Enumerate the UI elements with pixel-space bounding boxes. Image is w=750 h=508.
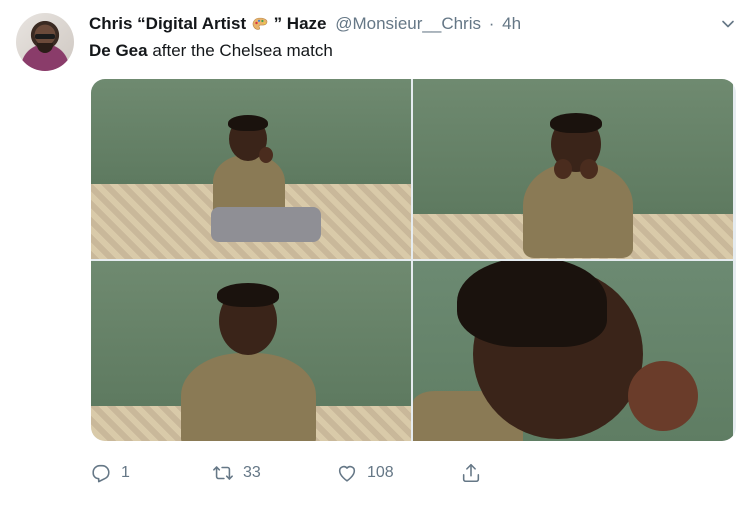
avatar-glasses <box>35 34 55 39</box>
photo-2-boy <box>518 111 648 259</box>
retweet-button[interactable]: 33 <box>212 458 261 488</box>
heart-icon <box>338 465 356 482</box>
reply-count: 1 <box>121 464 130 481</box>
retweet-count: 33 <box>243 464 261 481</box>
palette-icon <box>252 17 268 30</box>
tweet-text-bold: De Gea <box>89 41 148 60</box>
reply-button[interactable]: 1 <box>90 458 130 488</box>
avatar-beard <box>37 43 53 53</box>
photo-2[interactable] <box>413 79 733 259</box>
chevron-down-icon[interactable] <box>721 17 735 31</box>
author-avatar[interactable] <box>16 13 74 71</box>
media-grid <box>91 79 736 441</box>
author-handle[interactable]: @Monsieur__Chris <box>335 14 481 33</box>
tweet-text-rest: after the Chelsea match <box>147 41 333 60</box>
author-name[interactable]: Chris “Digital Artist ” Haze <box>89 14 331 33</box>
tweet-actions: 1 33 108 <box>90 458 510 488</box>
photo-3-boy <box>181 283 321 441</box>
tweet-text: De Gea after the Chelsea match <box>89 41 333 61</box>
photo-3[interactable] <box>91 261 411 441</box>
photo-4-boy <box>413 261 733 441</box>
retweet-icon <box>213 466 233 480</box>
reply-icon <box>92 464 110 483</box>
like-count: 108 <box>367 464 394 481</box>
tweet-header: Chris “Digital Artist ” Haze @Monsieur__… <box>89 14 710 36</box>
photo-1-boy <box>201 115 341 259</box>
like-button[interactable]: 108 <box>336 458 394 488</box>
share-button[interactable] <box>460 458 482 488</box>
author-name-prefix: Chris “Digital Artist <box>89 14 247 33</box>
photo-4[interactable] <box>413 261 733 441</box>
tweet-timestamp[interactable]: 4h <box>502 14 521 33</box>
separator-dot: · <box>488 14 495 33</box>
photo-1[interactable] <box>91 79 411 259</box>
share-icon <box>462 463 480 483</box>
author-name-suffix: ” Haze <box>273 14 327 33</box>
